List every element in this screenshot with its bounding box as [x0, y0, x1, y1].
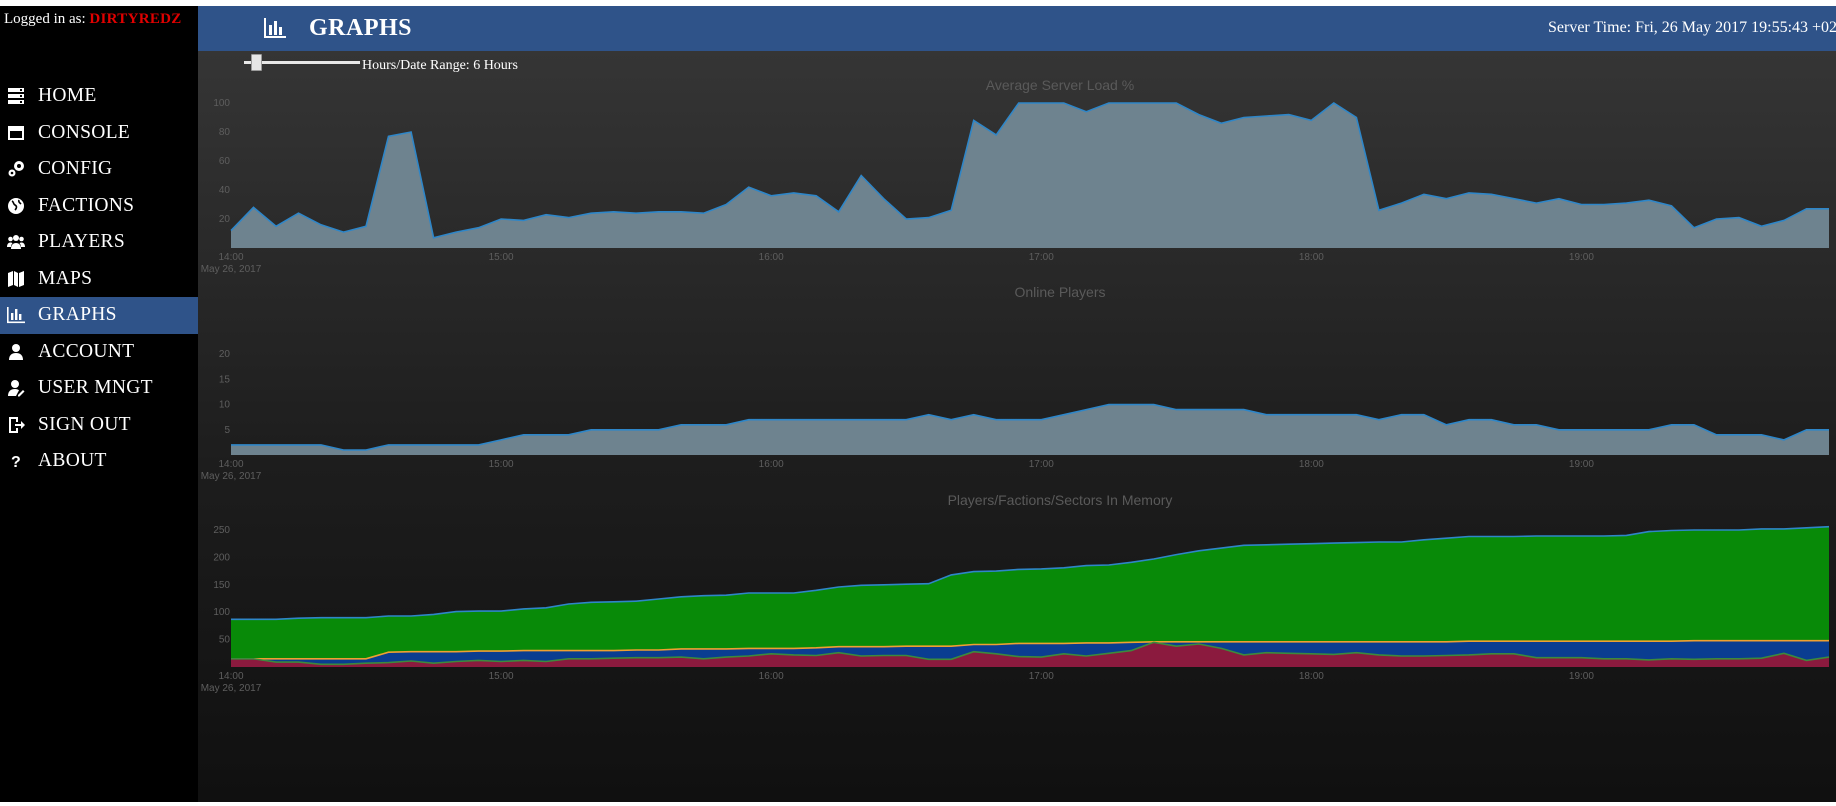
y-tick-label: 5: [224, 425, 230, 436]
page-bottom-edge: [0, 802, 1836, 806]
user-icon: [0, 343, 38, 361]
y-tick-label: 15: [219, 374, 231, 385]
y-tick-label: 250: [213, 525, 230, 536]
sidebar-item-label: HOME: [38, 85, 97, 107]
nav-menu: HOME CONSOLE CONFIG FACTIONS PLAYERS MAPS GRAP…: [0, 78, 198, 480]
chart-title: Online Players: [1014, 284, 1105, 300]
x-tick-label: 18:00: [1299, 459, 1324, 470]
sidebar-item-label: CONSOLE: [38, 121, 131, 143]
user-manage-icon: [0, 379, 38, 397]
x-tick-label: 14:00: [218, 252, 243, 263]
globe-icon: [0, 197, 38, 215]
graphs-panel: Hours/Date Range: 6 Hours Average Server…: [198, 51, 1836, 802]
x-tick-label: 19:00: [1569, 459, 1594, 470]
y-tick-label: 20: [219, 214, 231, 225]
sidebar-item-label: SIGN OUT: [38, 413, 131, 435]
logged-in-username: DIRTYREDZ: [89, 11, 182, 27]
y-tick-label: 60: [219, 156, 231, 167]
server-time: Server Time: Fri, 26 May 2017 19:55:43 +…: [1548, 19, 1836, 36]
y-tick-label: 100: [213, 607, 230, 618]
x-date-label: May 26, 2017: [201, 683, 262, 694]
chart-title: Average Server Load %: [986, 77, 1134, 93]
sidebar-item-config[interactable]: CONFIG: [0, 151, 198, 188]
x-tick-label: 14:00: [218, 459, 243, 470]
sidebar-item-players[interactable]: PLAYERS: [0, 224, 198, 261]
bar-chart-icon: [0, 306, 38, 324]
sidebar-item-label: ABOUT: [38, 450, 107, 472]
logged-in-label: Logged in as: DIRTYREDZ: [4, 11, 182, 28]
chart-title: Players/Factions/Sectors In Memory: [948, 492, 1173, 508]
sidebar-item-label: GRAPHS: [38, 304, 117, 326]
x-tick-label: 17:00: [1029, 671, 1054, 682]
charts-area: Average Server Load % 20 40 60 80 100 14:00 15:…: [201, 77, 1830, 694]
x-tick-label: 15:00: [489, 252, 514, 263]
x-tick-label: 15:00: [489, 671, 514, 682]
x-date-label: May 26, 2017: [201, 264, 262, 275]
sidebar-item-factions[interactable]: FACTIONS: [0, 188, 198, 225]
x-tick-label: 19:00: [1569, 671, 1594, 682]
x-tick-label: 16:00: [759, 671, 784, 682]
x-tick-label: 16:00: [759, 459, 784, 470]
y-tick-label: 150: [213, 580, 230, 591]
y-tick-label: 80: [219, 127, 231, 138]
x-tick-label: 16:00: [759, 252, 784, 263]
logged-in-prefix: Logged in as:: [4, 11, 86, 27]
sidebar-item-account[interactable]: ACCOUNT: [0, 334, 198, 371]
x-tick-label: 18:00: [1299, 252, 1324, 263]
users-icon: [0, 233, 38, 251]
sidebar-item-label: USER MNGT: [38, 377, 153, 399]
y-tick-label: 20: [219, 349, 231, 360]
sidebar-item-label: FACTIONS: [38, 194, 135, 216]
map-icon: [0, 270, 38, 288]
sidebar-item-home[interactable]: HOME: [0, 78, 198, 115]
page-title: GRAPHS: [309, 15, 413, 41]
sidebar: Logged in as: DIRTYREDZ HOME CONSOLE CONFI…: [0, 6, 198, 802]
sidebar-item-console[interactable]: CONSOLE: [0, 115, 198, 152]
sidebar-item-about[interactable]: ? ABOUT: [0, 443, 198, 480]
sidebar-item-graphs[interactable]: GRAPHS: [0, 297, 198, 334]
y-tick-label: 40: [219, 185, 231, 196]
y-tick-label: 50: [219, 635, 231, 646]
y-tick-label: 100: [213, 98, 230, 109]
series-area: [231, 103, 1829, 248]
x-tick-label: 15:00: [489, 459, 514, 470]
header-bar: GRAPHS Server Time: Fri, 26 May 2017 19:…: [198, 6, 1836, 51]
bar-chart-icon: [264, 18, 286, 43]
sidebar-item-label: ACCOUNT: [38, 340, 135, 362]
sidebar-item-sign-out[interactable]: SIGN OUT: [0, 407, 198, 444]
x-tick-label: 17:00: [1029, 252, 1054, 263]
question-icon: ?: [0, 452, 38, 470]
x-tick-label: 14:00: [218, 671, 243, 682]
y-tick-label: 200: [213, 552, 230, 563]
console-icon: [0, 124, 38, 142]
sidebar-item-label: CONFIG: [38, 158, 113, 180]
sign-out-icon: [0, 416, 38, 434]
sidebar-item-label: MAPS: [38, 267, 93, 289]
x-tick-label: 17:00: [1029, 459, 1054, 470]
gears-icon: [0, 160, 38, 178]
sidebar-item-maps[interactable]: MAPS: [0, 261, 198, 298]
x-date-label: May 26, 2017: [201, 471, 262, 482]
sidebar-item-label: PLAYERS: [38, 231, 125, 253]
x-tick-label: 18:00: [1299, 671, 1324, 682]
sidebar-item-user-mngt[interactable]: USER MNGT: [0, 370, 198, 407]
x-tick-label: 19:00: [1569, 252, 1594, 263]
y-tick-label: 10: [219, 400, 231, 411]
svg-text:?: ?: [11, 454, 21, 470]
server-icon: [0, 87, 38, 105]
